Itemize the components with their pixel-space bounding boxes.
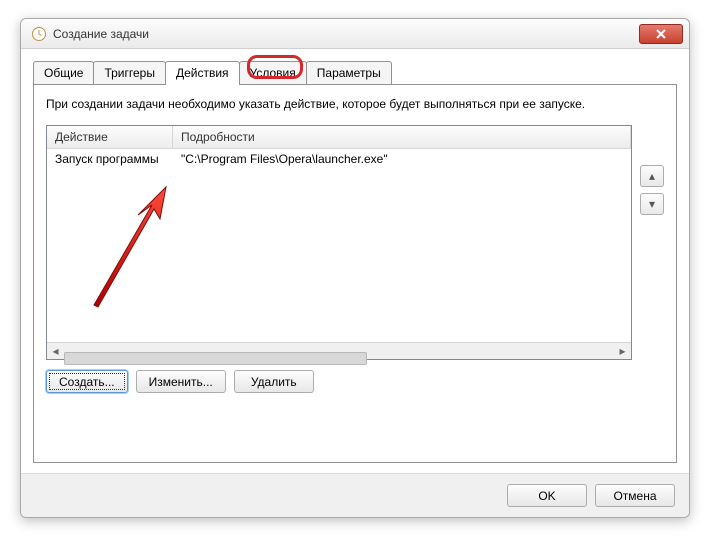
tab-triggers[interactable]: Триггеры	[93, 61, 166, 85]
titlebar: Создание задачи	[21, 19, 689, 49]
listview-body: Запуск программы "C:\Program Files\Opera…	[47, 149, 631, 342]
tab-settings[interactable]: Параметры	[306, 61, 392, 85]
triangle-up-icon: ▴	[649, 169, 655, 183]
scroll-thumb[interactable]	[64, 352, 367, 365]
tab-general[interactable]: Общие	[33, 61, 94, 85]
actions-panel: При создании задачи необходимо указать д…	[33, 84, 677, 463]
clock-icon	[31, 26, 47, 42]
horizontal-scrollbar[interactable]: ◂ ▸	[47, 342, 631, 359]
reorder-buttons: ▴ ▾	[640, 125, 664, 360]
scroll-left-icon[interactable]: ◂	[47, 343, 64, 360]
close-button[interactable]	[639, 24, 683, 44]
table-row[interactable]: Запуск программы "C:\Program Files\Opera…	[47, 149, 631, 170]
tab-actions[interactable]: Действия	[165, 61, 240, 85]
close-icon	[656, 29, 666, 39]
dialog-footer: OK Отмена	[21, 473, 689, 517]
edit-button[interactable]: Изменить...	[136, 370, 226, 393]
panel-hint: При создании задачи необходимо указать д…	[46, 97, 664, 111]
triangle-down-icon: ▾	[649, 197, 655, 211]
create-button[interactable]: Создать...	[46, 370, 128, 393]
move-up-button[interactable]: ▴	[640, 165, 664, 187]
move-down-button[interactable]: ▾	[640, 193, 664, 215]
window-title: Создание задачи	[53, 27, 639, 41]
cell-action: Запуск программы	[47, 149, 173, 169]
action-buttons-row: Создать... Изменить... Удалить	[46, 370, 664, 393]
delete-button[interactable]: Удалить	[234, 370, 314, 393]
tabstrip: Общие Триггеры Действия Условия Параметр…	[21, 49, 689, 85]
listview-header: Действие Подробности	[47, 126, 631, 149]
cancel-button[interactable]: Отмена	[595, 484, 675, 507]
cell-details: "C:\Program Files\Opera\launcher.exe"	[173, 149, 631, 169]
tab-conditions[interactable]: Условия	[239, 61, 307, 85]
column-details[interactable]: Подробности	[173, 126, 631, 148]
create-task-dialog: Создание задачи Общие Триггеры Действия …	[20, 18, 690, 518]
column-action[interactable]: Действие	[47, 126, 173, 148]
actions-listview[interactable]: Действие Подробности Запуск программы "C…	[46, 125, 632, 360]
scroll-right-icon[interactable]: ▸	[614, 343, 631, 360]
ok-button[interactable]: OK	[507, 484, 587, 507]
